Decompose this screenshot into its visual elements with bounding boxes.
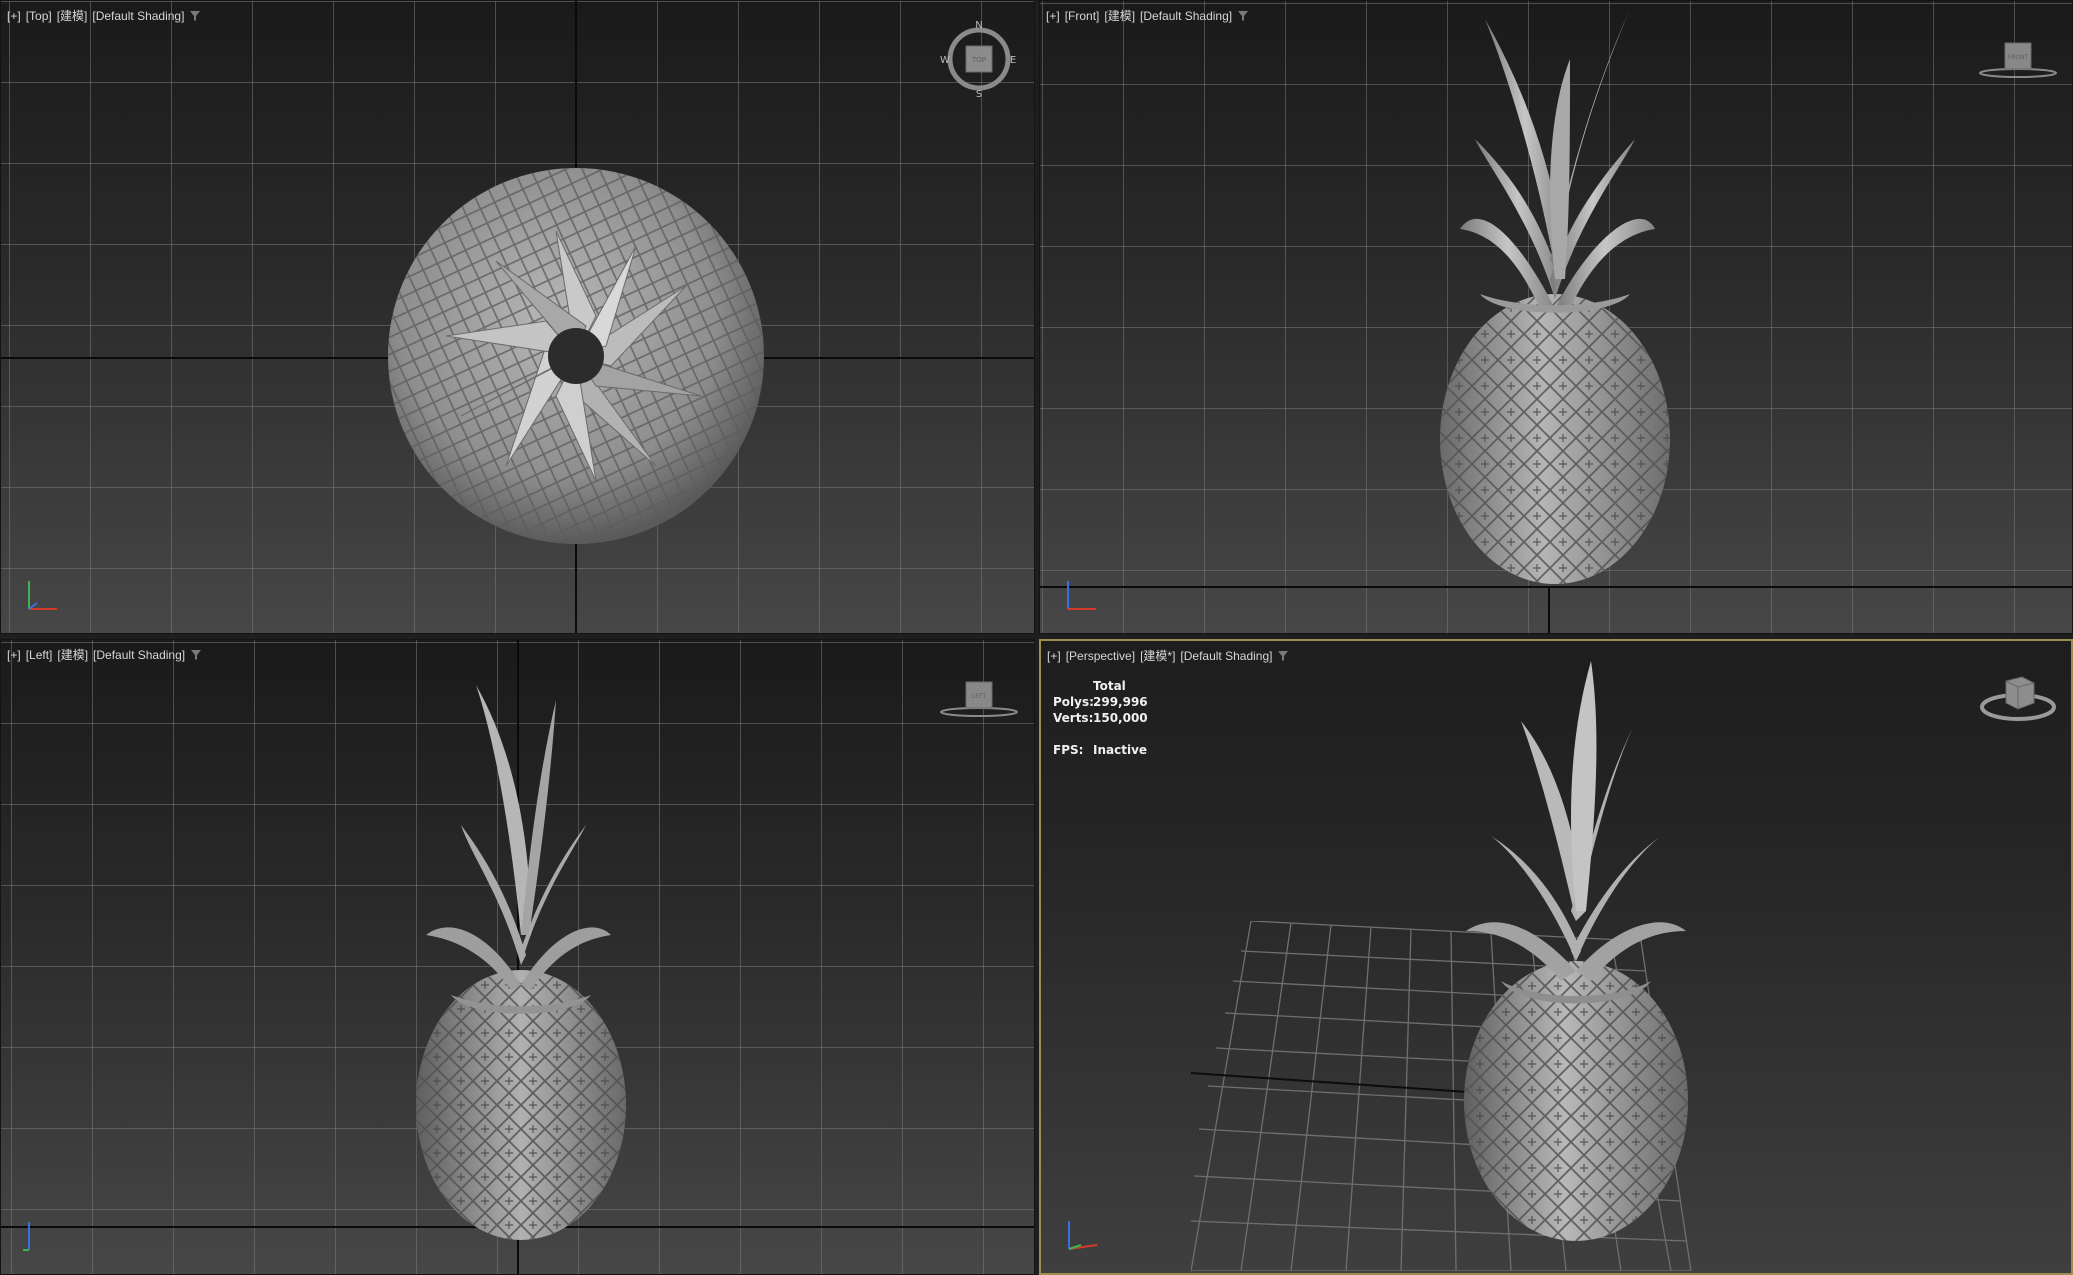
polys-value: 299,996 — [1093, 695, 1148, 709]
viewport-mode-menu[interactable]: [建模] — [57, 7, 88, 24]
fps-value: Inactive — [1093, 743, 1148, 757]
viewport-point-of-view-menu[interactable]: [Perspective] — [1066, 649, 1135, 663]
viewport-point-of-view-menu[interactable]: [Top] — [26, 9, 52, 23]
viewport-shading-menu[interactable]: [Default Shading] — [1180, 649, 1272, 663]
stats-header: Total — [1093, 679, 1126, 693]
viewcube-face-label: FRONT — [2008, 54, 2029, 61]
fps-label: FPS: — [1053, 743, 1084, 757]
viewport-mode-menu[interactable]: [建模*] — [1140, 647, 1175, 664]
viewcube-icon[interactable]: TOP N S E W — [939, 19, 1019, 99]
viewport-top[interactable]: [+] [Top] [建模] [Default Shading] TOP N S… — [0, 0, 1035, 634]
pineapple-front-view-model[interactable] — [1420, 9, 1690, 589]
viewport-shading-menu[interactable]: [Default Shading] — [93, 648, 185, 662]
viewport-left[interactable]: [+] [Left] [建模] [Default Shading] LEFT — [0, 639, 1035, 1275]
viewport-plus-menu[interactable]: [+] — [1046, 9, 1060, 23]
axis-tripod-icon — [28, 581, 57, 610]
axis-tripod-icon — [1067, 581, 1096, 610]
pineapple-left-view-model[interactable] — [401, 685, 641, 1245]
filter-icon[interactable] — [190, 649, 202, 661]
compass-west: W — [940, 55, 950, 66]
filter-icon[interactable] — [189, 10, 201, 22]
viewport-shading-menu[interactable]: [Default Shading] — [1140, 9, 1232, 23]
viewcube-face-label: LEFT — [972, 693, 986, 700]
viewport-label: [+] [Top] [建模] [Default Shading] — [7, 7, 201, 24]
statistics-overlay: Total Polys: 299,996 Verts: 150,000 FPS: In… — [1053, 678, 1148, 758]
viewport-perspective[interactable]: [+] [Perspective] [建模*] [Default Shading… — [1039, 639, 2073, 1275]
viewport-plus-menu[interactable]: [+] — [7, 9, 21, 23]
pineapple-perspective-model[interactable] — [1441, 661, 1711, 1261]
compass-south: S — [976, 89, 982, 99]
viewport-shading-menu[interactable]: [Default Shading] — [92, 9, 184, 23]
pineapple-top-view-model[interactable] — [381, 161, 771, 551]
viewport-label: [+] [Left] [建模] [Default Shading] — [7, 646, 202, 663]
compass-east: E — [1010, 55, 1016, 66]
viewport-label: [+] [Perspective] [建模*] [Default Shading… — [1047, 647, 1289, 664]
viewport-mode-menu[interactable]: [建模] — [1104, 7, 1135, 24]
filter-icon[interactable] — [1277, 650, 1289, 662]
viewport-plus-menu[interactable]: [+] — [1047, 649, 1061, 663]
compass-north: N — [975, 20, 982, 31]
verts-label: Verts: — [1053, 711, 1094, 725]
verts-value: 150,000 — [1093, 711, 1148, 725]
viewcube-icon[interactable]: LEFT — [939, 678, 1019, 722]
viewport-plus-menu[interactable]: [+] — [7, 648, 21, 662]
polys-label: Polys: — [1053, 695, 1094, 709]
viewport-mode-menu[interactable]: [建模] — [57, 646, 88, 663]
axis-tripod-icon — [23, 1222, 30, 1251]
viewport-front[interactable]: [+] [Front] [建模] [Default Shading] FRONT — [1039, 0, 2073, 634]
viewport-label: [+] [Front] [建模] [Default Shading] — [1046, 7, 1249, 24]
viewport-point-of-view-menu[interactable]: [Left] — [26, 648, 53, 662]
axis-tripod-icon — [1068, 1221, 1098, 1250]
viewcube-icon[interactable] — [1976, 671, 2061, 731]
filter-icon[interactable] — [1237, 10, 1249, 22]
viewcube-icon[interactable]: FRONT — [1978, 39, 2058, 83]
axis-line-vertical — [1548, 586, 1550, 633]
viewcube-face-label: TOP — [971, 56, 986, 64]
viewport-point-of-view-menu[interactable]: [Front] — [1065, 9, 1100, 23]
